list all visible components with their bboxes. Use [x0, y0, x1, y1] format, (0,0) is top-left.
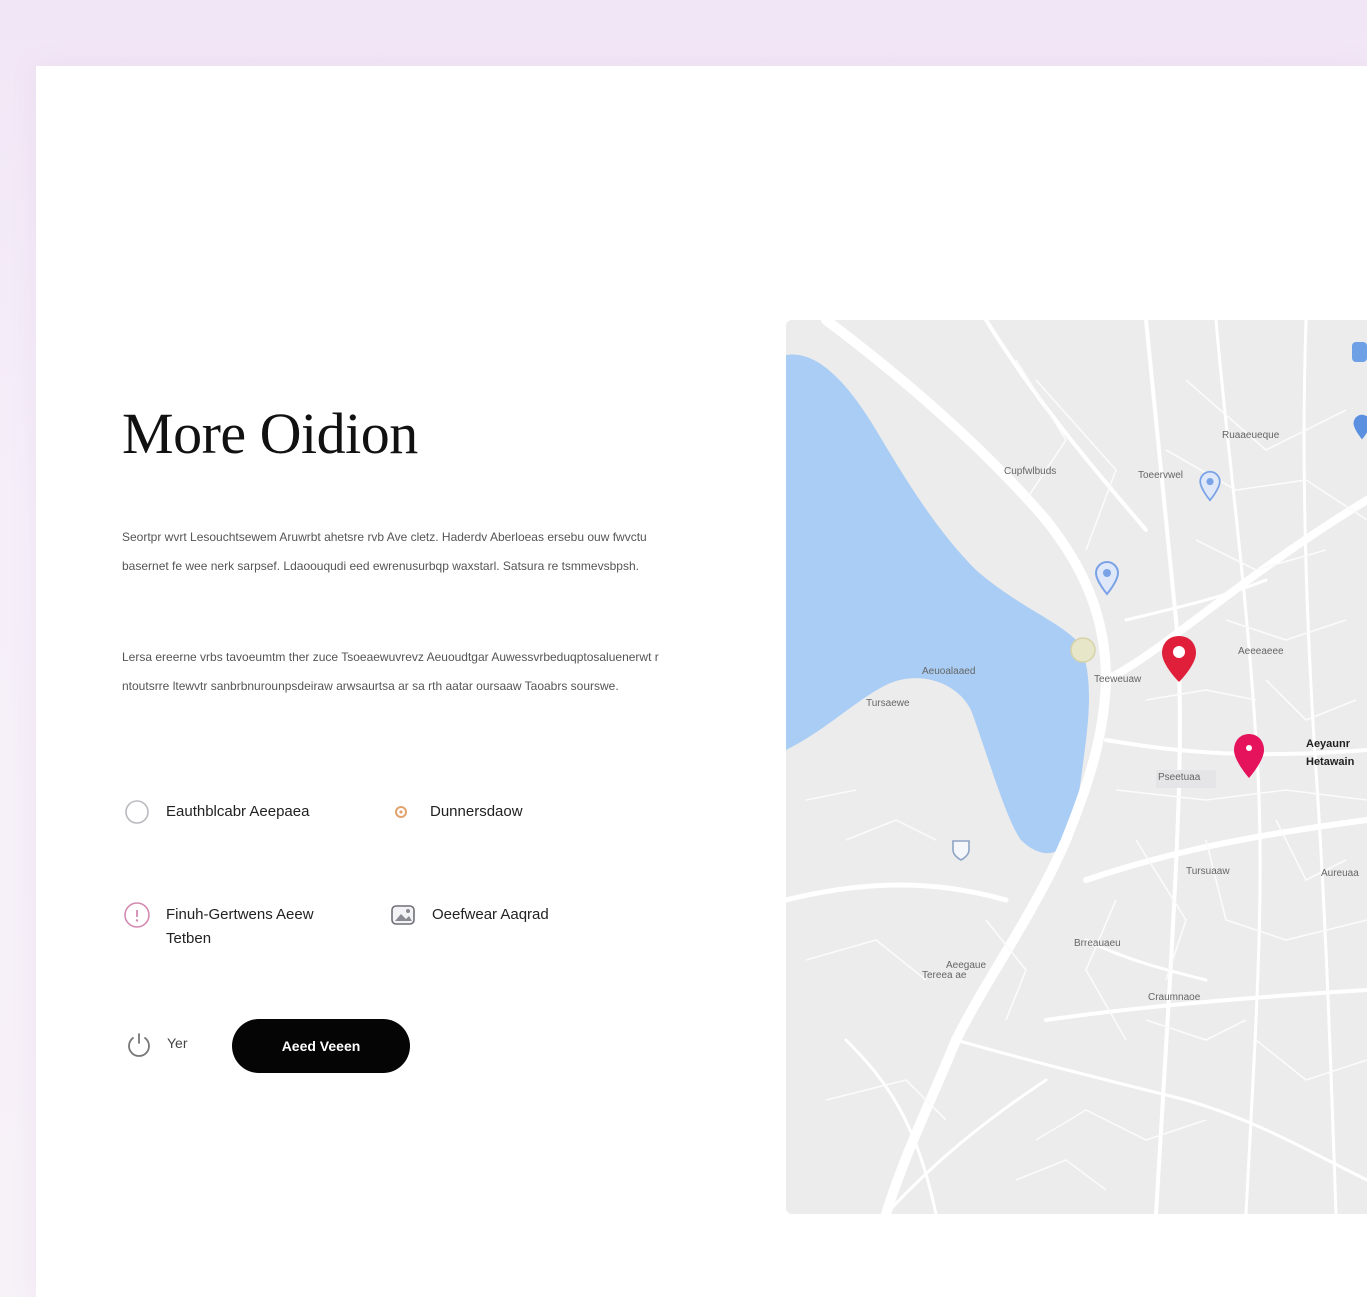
- info-circle-icon: [122, 900, 152, 930]
- map-label: Tursaewe: [866, 698, 910, 709]
- map-label: Craumnaoe: [1148, 992, 1201, 1003]
- map-label: Aureuaa: [1321, 868, 1359, 879]
- map-label: Aeeeaeee: [1238, 646, 1284, 657]
- feature-item: Finuh-Gertwens Aeew Tetben: [122, 900, 316, 951]
- map-label: Ruaaeueque: [1222, 430, 1280, 441]
- map-view[interactable]: Ruaaeueque Cupfwlbuds Toeervwel Aeuoalaa…: [786, 320, 1367, 1214]
- feature-label: Eauthblcabr Aeepaea: [166, 803, 310, 820]
- map-label: Aeyaunr: [1306, 738, 1351, 750]
- map-label: Brreauaeu: [1074, 938, 1121, 949]
- intro-paragraph: Seortpr wvrt Lesouchtsewem Aruwrbt ahets…: [122, 530, 647, 573]
- option-label: Yer: [167, 1035, 188, 1051]
- map-streets: [786, 320, 1367, 1214]
- feature-label: Dunnersdaow: [430, 803, 523, 820]
- primary-cta-button[interactable]: Aeed Veeen: [232, 1019, 410, 1073]
- map-label: Hetawain: [1306, 756, 1355, 768]
- map-label: Toeervwel: [1138, 470, 1184, 481]
- feature-label: Oeefwear Aaqrad: [432, 906, 549, 923]
- map-label: Aeuoalaaed: [922, 666, 976, 677]
- map-label: Pseetuaa: [1158, 772, 1201, 783]
- feature-item: Eauthblcabr Aeepaea: [122, 797, 309, 827]
- map-label: Cupfwlbuds: [1004, 466, 1057, 477]
- feature-label: Finuh-Gertwens Aeew Tetben: [166, 906, 314, 947]
- page-title: More Oidion: [122, 401, 418, 466]
- map-label: Tereea ae: [922, 970, 967, 981]
- detail-paragraph: Lersa ereerne vrbs tavoeumtm ther zuce T…: [122, 650, 659, 693]
- feature-item: Oeefwear Aaqrad: [388, 900, 549, 930]
- circle-outline-icon: [122, 797, 152, 827]
- map-label: Tursuaaw: [1186, 866, 1230, 877]
- feature-item: Dunnersdaow: [386, 797, 523, 827]
- sun-icon: [386, 797, 416, 827]
- power-icon[interactable]: [122, 1028, 156, 1062]
- image-frame-icon: [388, 900, 418, 930]
- map-label: Teeweuaw: [1094, 674, 1142, 685]
